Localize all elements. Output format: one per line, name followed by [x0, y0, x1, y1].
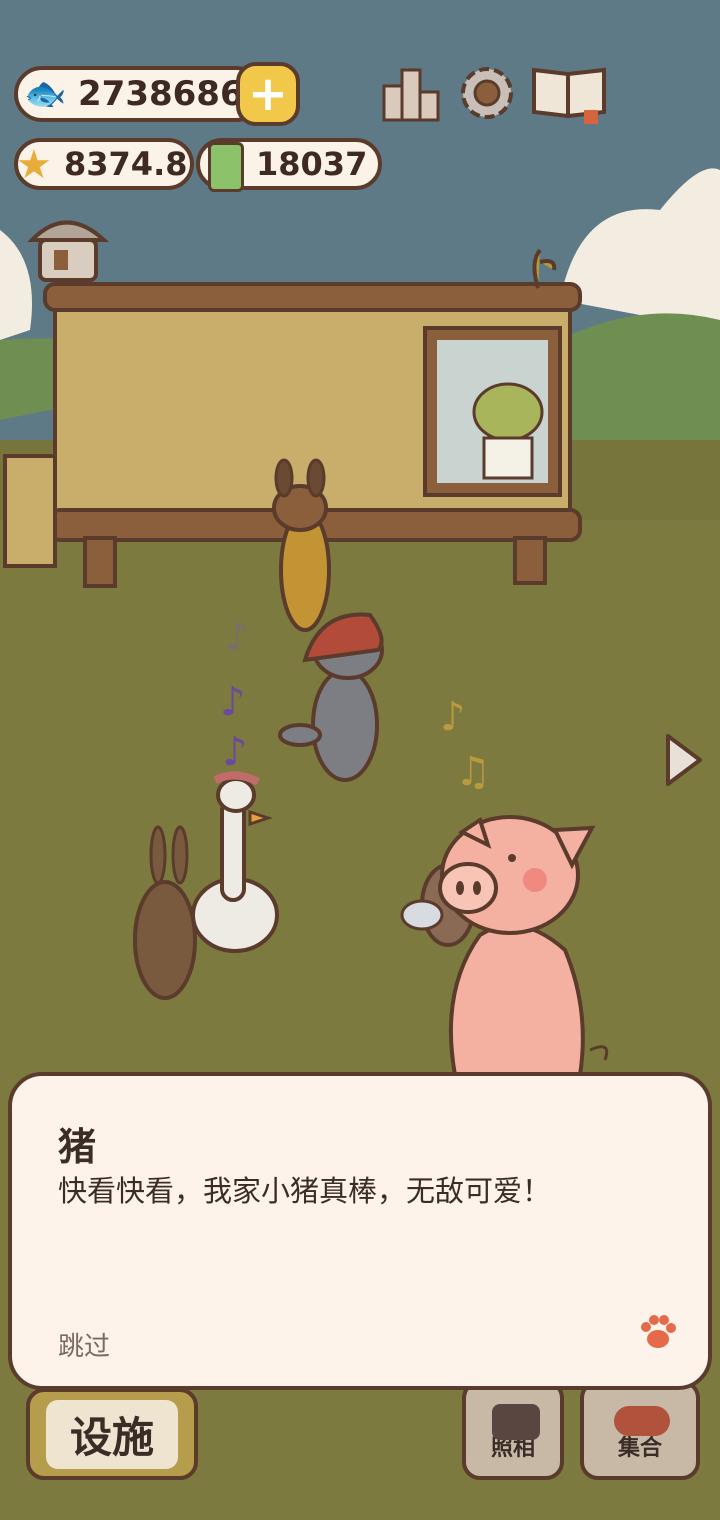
svg-text:♪: ♪ [440, 694, 466, 740]
settings-button[interactable] [456, 62, 518, 124]
battery-value: 18037 [256, 145, 368, 183]
fish-counter: 🐟 2738686 [14, 66, 264, 122]
star-icon: ★ [16, 142, 52, 188]
fish-icon: 🐟 [24, 74, 67, 114]
whistle-icon [614, 1406, 670, 1436]
plus-icon: + [247, 66, 289, 122]
speaker-name: 猪 [58, 1125, 97, 1169]
shop-icon [27, 220, 110, 282]
facilities-button[interactable]: 设施 [26, 1388, 198, 1480]
gather-button[interactable]: 集合 [580, 1380, 700, 1480]
camera-icon [492, 1404, 540, 1440]
podium-icon [382, 68, 440, 122]
skip-button[interactable]: 跳过 [58, 1326, 110, 1363]
next-arrow-button[interactable] [662, 730, 706, 790]
photo-button[interactable]: 照相 [462, 1380, 564, 1480]
chevron-right-icon [666, 734, 702, 786]
svg-text:♪: ♪ [222, 729, 248, 775]
dialog-box[interactable]: 猪 快看快看，我家小猪真棒，无敌可爱！ 跳过 [8, 1072, 712, 1390]
star-counter: ★ 8374.8 [14, 138, 194, 190]
gear-icon [461, 67, 513, 119]
handbook-button[interactable] [530, 62, 608, 124]
svg-text:♪: ♪ [220, 679, 246, 725]
star-value: 8374.8 [64, 145, 188, 183]
book-icon [532, 67, 606, 124]
dialog-text: 快看快看，我家小猪真棒，无敌可爱！ [58, 1174, 552, 1208]
fish-value: 2738686 [78, 74, 244, 114]
battery-icon [208, 142, 244, 192]
paw-icon [638, 1312, 678, 1352]
svg-text:♫: ♫ [455, 749, 491, 795]
battery-counter: 18037 [196, 138, 382, 192]
facilities-label: 设施 [45, 1399, 178, 1469]
leaderboard-button[interactable] [380, 64, 442, 122]
svg-text:♪: ♪ [225, 615, 249, 659]
add-fish-button[interactable]: + [236, 62, 300, 126]
